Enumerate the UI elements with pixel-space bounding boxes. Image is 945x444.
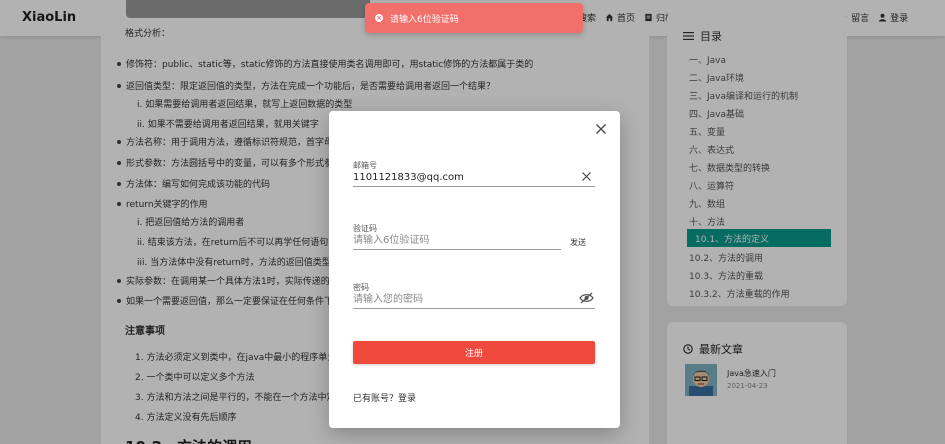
eye-off-icon[interactable] <box>579 292 594 304</box>
login-link[interactable]: 登录 <box>398 394 416 404</box>
register-dialog: 邮箱号 验证码 发送 密码 注册 已有账号？登录 <box>329 111 620 428</box>
error-icon: × <box>375 14 383 22</box>
toast-message: 请输入6位验证码 <box>390 14 459 25</box>
email-field[interactable] <box>353 169 595 187</box>
clear-icon[interactable] <box>581 171 592 182</box>
error-toast: × 请输入6位验证码 <box>365 3 583 33</box>
send-code-button[interactable]: 发送 <box>570 237 586 248</box>
login-prompt: 已有账号？登录 <box>353 391 416 404</box>
close-icon[interactable] <box>595 123 607 135</box>
password-field[interactable] <box>353 291 595 309</box>
verification-code-input[interactable] <box>353 232 561 250</box>
has-account-text: 已有账号？ <box>353 394 399 404</box>
register-button[interactable]: 注册 <box>353 341 595 364</box>
